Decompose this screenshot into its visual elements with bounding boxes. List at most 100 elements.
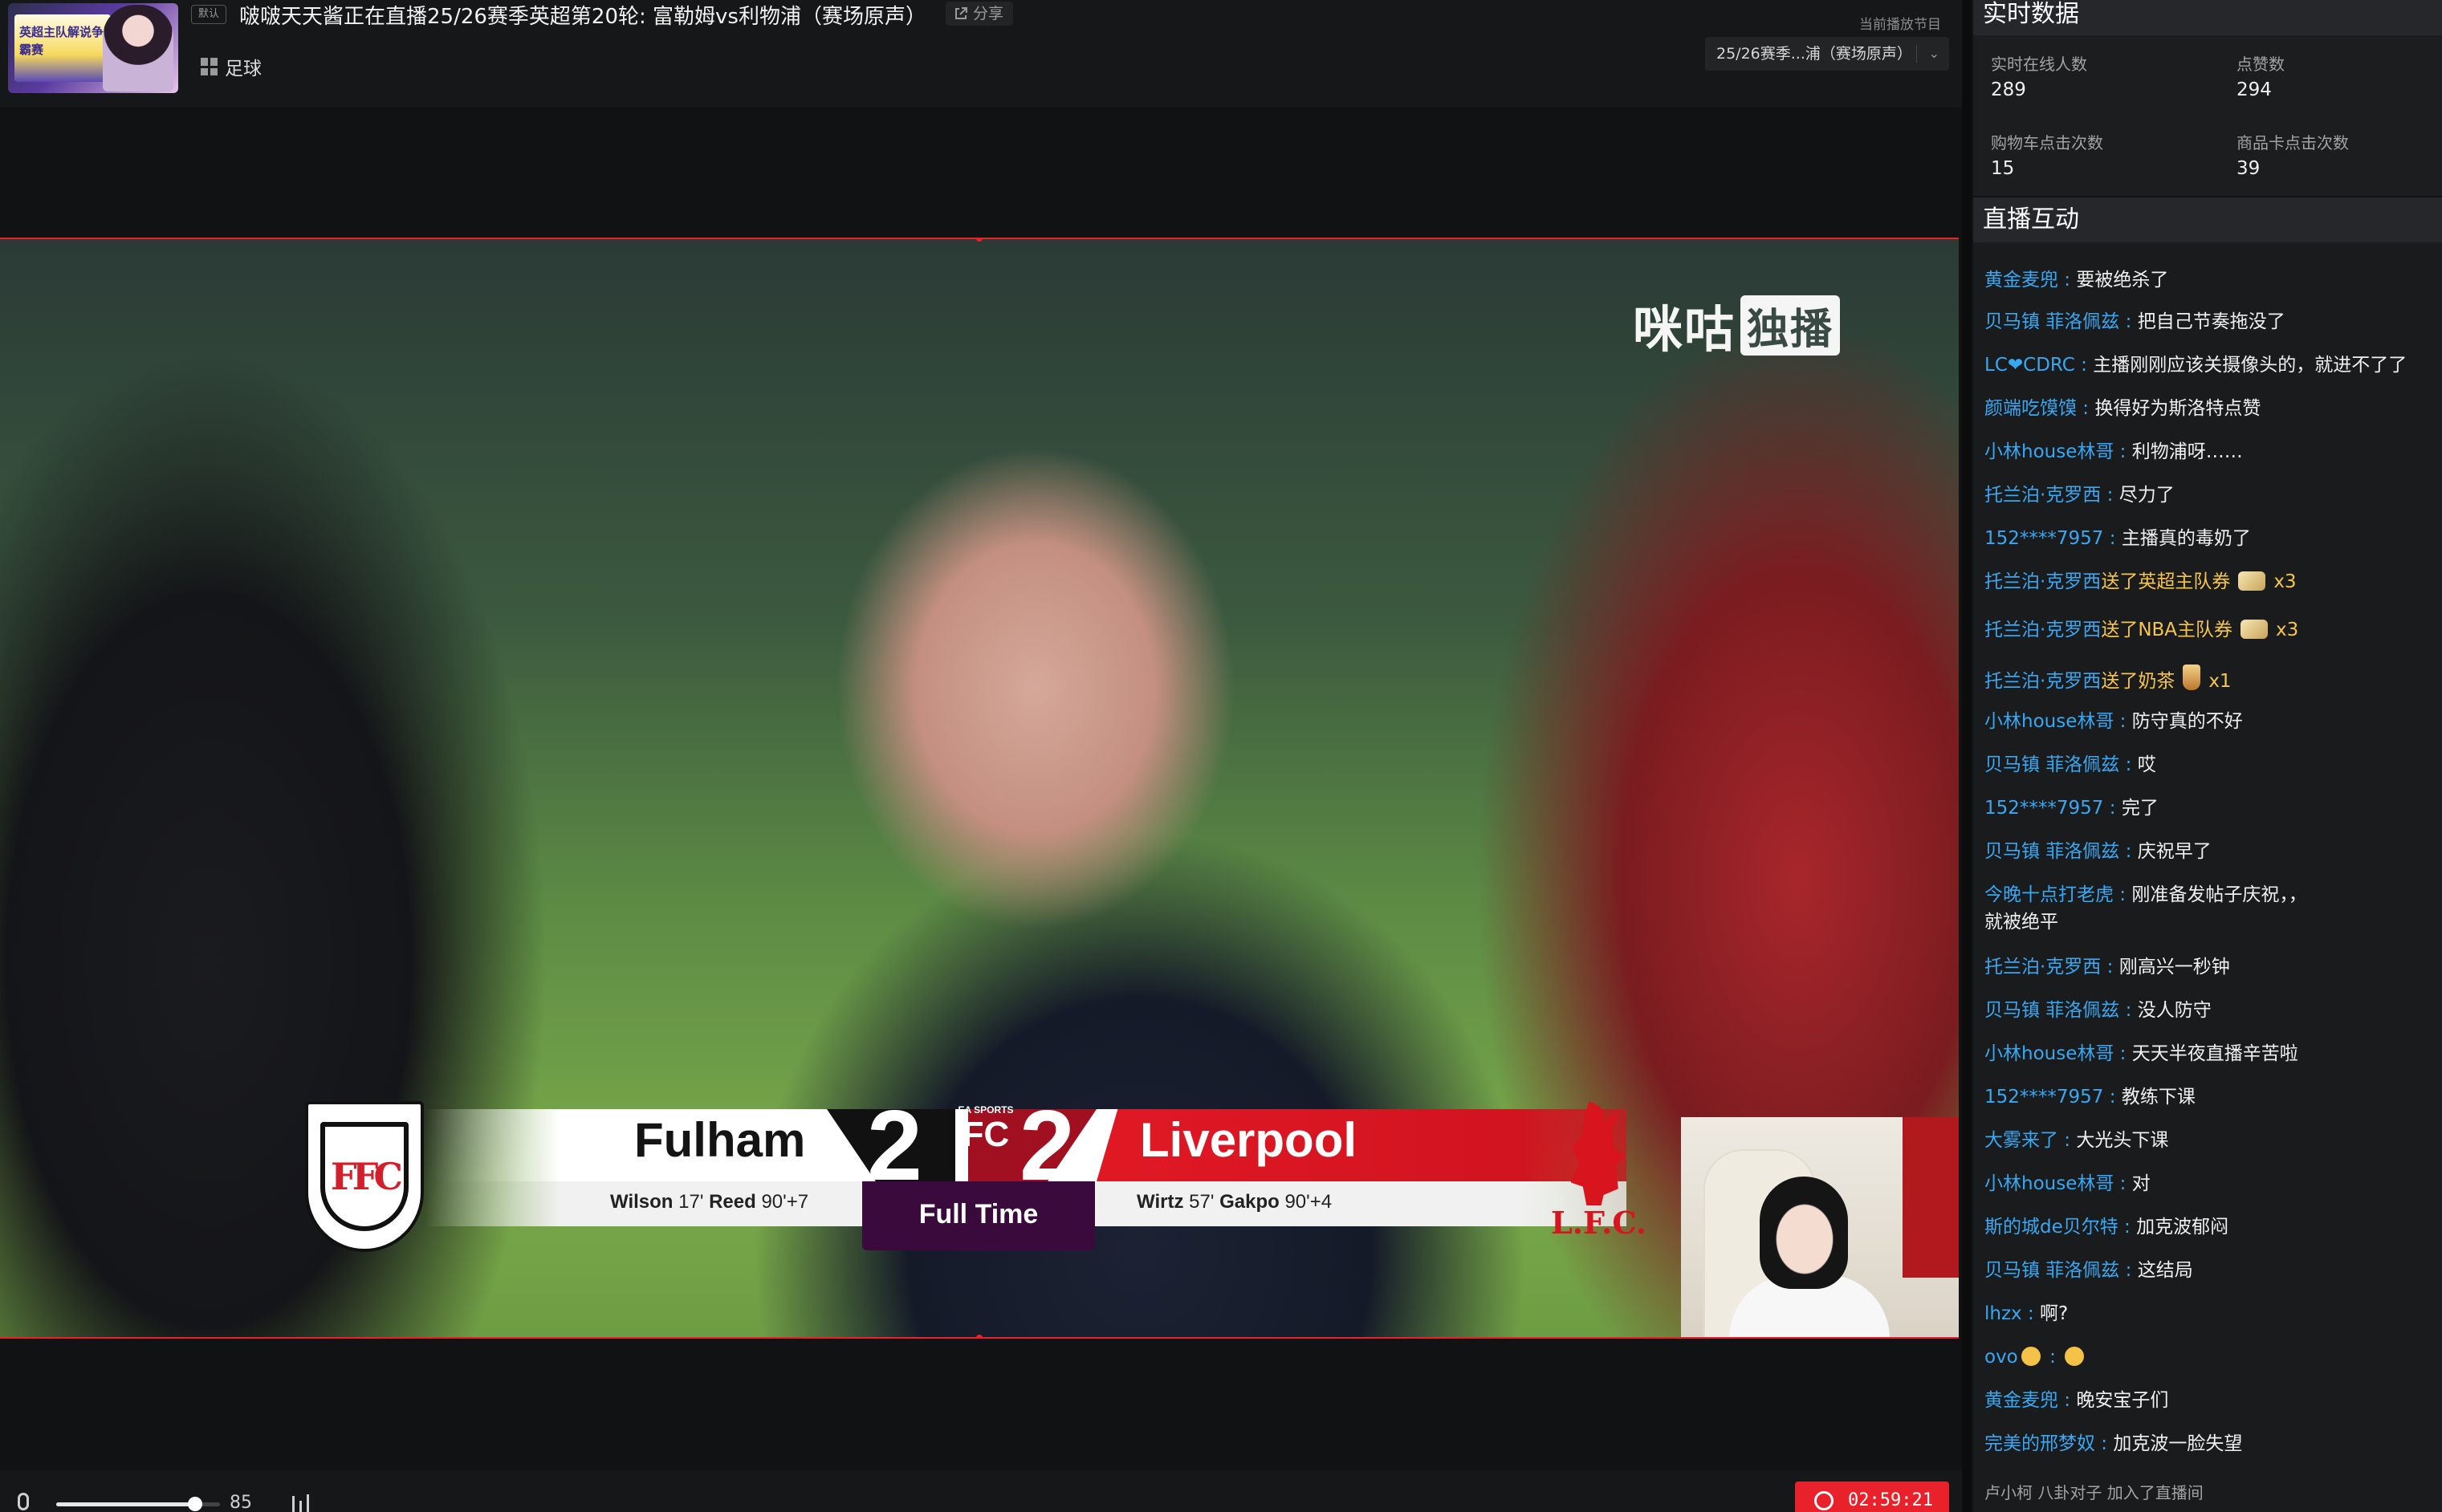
chat-username[interactable]: 托兰泊·克罗西: [1984, 485, 2101, 506]
chat-gift-count: x3: [2276, 620, 2299, 640]
chat-message: 贝马镇 菲洛佩兹 : 把自己节奏拖没了: [1984, 308, 2439, 335]
live-timer-button[interactable]: 02:59:21: [1795, 1482, 1949, 1512]
away-scorer-minute: 57': [1189, 1191, 1215, 1213]
video-player[interactable]: 咪咕 独播 FFC Fulham Wilson 17' Reed 90'+7 L…: [0, 238, 1959, 1339]
chat-message: 小林house林哥 : 防守真的不好: [1984, 708, 2439, 735]
default-badge: 默认: [191, 5, 227, 24]
emoji-icon: [2065, 1347, 2085, 1366]
chat-message: 贝马镇 菲洛佩兹 : 这结局: [1984, 1257, 2439, 1284]
chat-text-continued: 就被绝平: [1984, 912, 2058, 933]
chat-username[interactable]: 黄金麦兜: [1984, 1390, 2058, 1411]
chat-username[interactable]: 颜端吃馍馍: [1984, 398, 2077, 419]
chat-username[interactable]: 152****7957: [1984, 528, 2103, 549]
stream-title: 啵啵天天酱正在直播25/26赛季英超第20轮: 富勒姆vs利物浦（赛场原声）: [239, 5, 926, 29]
thumbnail-text: 英超主队解说争霸赛: [19, 26, 104, 57]
chat-separator: :: [2118, 1217, 2137, 1238]
stat-value: 294: [2236, 79, 2272, 100]
chat-separator: :: [2074, 355, 2094, 376]
chat-username[interactable]: 贝马镇 菲洛佩兹: [1984, 311, 2119, 332]
chat-username[interactable]: 斯的城de贝尔特: [1984, 1217, 2118, 1238]
microphone-icon[interactable]: [18, 1493, 29, 1510]
chat-username[interactable]: 小林house林哥: [1984, 1173, 2114, 1194]
stream-thumbnail[interactable]: 英超主队解说争霸赛: [8, 3, 178, 93]
chevron-down-icon: ⌄: [1928, 46, 1939, 61]
share-label: 分享: [973, 5, 1004, 22]
chat-message: 小林house林哥 : 天天半夜直播辛苦啦: [1984, 1040, 2439, 1067]
chat-username[interactable]: 贝马镇 菲洛佩兹: [1984, 1000, 2119, 1021]
chat-separator: :: [2119, 311, 2138, 332]
resize-handle-top[interactable]: [976, 239, 983, 242]
chat-text: 完了: [2121, 798, 2159, 819]
migu-watermark: 咪咕 独播: [1633, 289, 1841, 361]
resize-handle-bottom[interactable]: [976, 1335, 983, 1337]
clock-icon: [1814, 1491, 1834, 1510]
chat-username[interactable]: 小林house林哥: [1984, 441, 2114, 462]
chat-message: ovo :: [1984, 1343, 2439, 1371]
chat-message: lhzx : 啊?: [1984, 1300, 2439, 1327]
panel-divider[interactable]: [1962, 0, 1972, 1512]
chat-separator: :: [2103, 528, 2122, 549]
chat-text: 尽力了: [2118, 485, 2175, 506]
emoji-icon: [2021, 1347, 2041, 1366]
chat-separator: :: [2101, 485, 2119, 506]
chat-username[interactable]: 今晚十点打老虎: [1984, 884, 2114, 905]
chat-list[interactable]: 黄金麦兜 : 要被绝杀了 贝马镇 菲洛佩兹 : 把自己节奏拖没了 LC❤CDRC :…: [1973, 242, 2442, 1512]
stat-label: 实时在线人数: [1991, 55, 2087, 74]
chat-gift-text: 送了NBA主队券: [2101, 620, 2233, 640]
chat-username[interactable]: ovo: [1984, 1347, 2018, 1368]
chat-username[interactable]: 托兰泊·克罗西: [1984, 571, 2101, 592]
chat-message: 今晚十点打老虎 : 刚准备发帖子庆祝，， 就被绝平: [1984, 881, 2439, 936]
chat-username[interactable]: 小林house林哥: [1984, 711, 2114, 732]
chat-separator: :: [2058, 1390, 2077, 1411]
chat-separator: :: [2119, 841, 2138, 862]
chat-message: 托兰泊·克罗西 : 尽力了: [1984, 482, 2439, 509]
category-tag[interactable]: 足球: [201, 53, 262, 80]
equalizer-icon[interactable]: [291, 1494, 311, 1512]
stat-product-card-clicks: 商品卡点击次数 39: [2236, 130, 2442, 179]
chat-username[interactable]: 托兰泊·克罗西: [1984, 671, 2101, 692]
chat-username[interactable]: 托兰泊·克罗西: [1984, 957, 2101, 978]
volume-slider-handle[interactable]: [188, 1497, 202, 1511]
category-label: 足球: [225, 59, 262, 79]
chat-username[interactable]: 托兰泊·克罗西: [1984, 620, 2101, 640]
scoreboard: FFC Fulham Wilson 17' Reed 90'+7 Liverpo…: [305, 1096, 1646, 1262]
chat-username[interactable]: 贝马镇 菲洛佩兹: [1984, 841, 2119, 862]
match-status: Full Time: [862, 1181, 1095, 1250]
chat-separator: :: [2077, 398, 2095, 419]
chat-text: 防守真的不好: [2131, 711, 2243, 732]
stat-likes: 点赞数 294: [2236, 51, 2442, 100]
chat-message: 黄金麦兜 : 要被绝杀了: [1984, 266, 2439, 294]
chat-gift-text: 送了奶茶: [2101, 671, 2175, 692]
chat-text: 利物浦呀……: [2131, 441, 2243, 462]
chat-username[interactable]: 152****7957: [1984, 798, 2103, 819]
streamer-webcam: [1681, 1117, 1959, 1337]
chat-separator: :: [2103, 798, 2122, 819]
program-select[interactable]: 25/26赛季...浦（赛场原声） ⌄: [1705, 37, 1949, 71]
chat-separator: :: [2114, 1043, 2132, 1064]
chat-username[interactable]: 黄金麦兜: [1984, 270, 2058, 291]
volume-slider-fill: [56, 1502, 195, 1506]
chat-message: 斯的城de贝尔特 : 加克波郁闷: [1984, 1213, 2439, 1241]
chat-separator: :: [2058, 270, 2077, 291]
chat-message: 颜端吃馍馍 : 换得好为斯洛特点赞: [1984, 395, 2439, 422]
chat-text: 主播刚刚应该关摄像头的，就进不了了: [2093, 355, 2407, 376]
chat-username[interactable]: lhzx: [1984, 1303, 2022, 1324]
ticket-icon: [2238, 571, 2266, 591]
stat-online-viewers: 实时在线人数 289: [1991, 51, 2216, 100]
chat-username[interactable]: 贝马镇 菲洛佩兹: [1984, 1260, 2119, 1281]
chat-message: 小林house林哥 : 利物浦呀……: [1984, 438, 2439, 465]
chat-gift-count: x1: [2208, 671, 2232, 692]
chat-username[interactable]: LC❤CDRC: [1984, 355, 2075, 376]
chat-username[interactable]: 152****7957: [1984, 1087, 2103, 1108]
chat-text: 要被绝杀了: [2076, 270, 2169, 291]
share-button[interactable]: 分享: [946, 2, 1014, 26]
chat-username[interactable]: 完美的邢梦奴: [1984, 1433, 2095, 1454]
chat-message: 贝马镇 菲洛佩兹 : 庆祝早了: [1984, 838, 2439, 865]
thumbnail-avatar: [103, 5, 173, 91]
ea-logo-top: EA SPORTS: [958, 1104, 1014, 1116]
home-scorer-minute: 90'+7: [761, 1191, 809, 1213]
chat-username[interactable]: 大雾来了: [1984, 1130, 2058, 1151]
chat-username[interactable]: 小林house林哥: [1984, 1043, 2114, 1064]
chat-username[interactable]: 贝马镇 菲洛佩兹: [1984, 754, 2119, 775]
home-scorer-name: Wilson: [610, 1191, 674, 1213]
